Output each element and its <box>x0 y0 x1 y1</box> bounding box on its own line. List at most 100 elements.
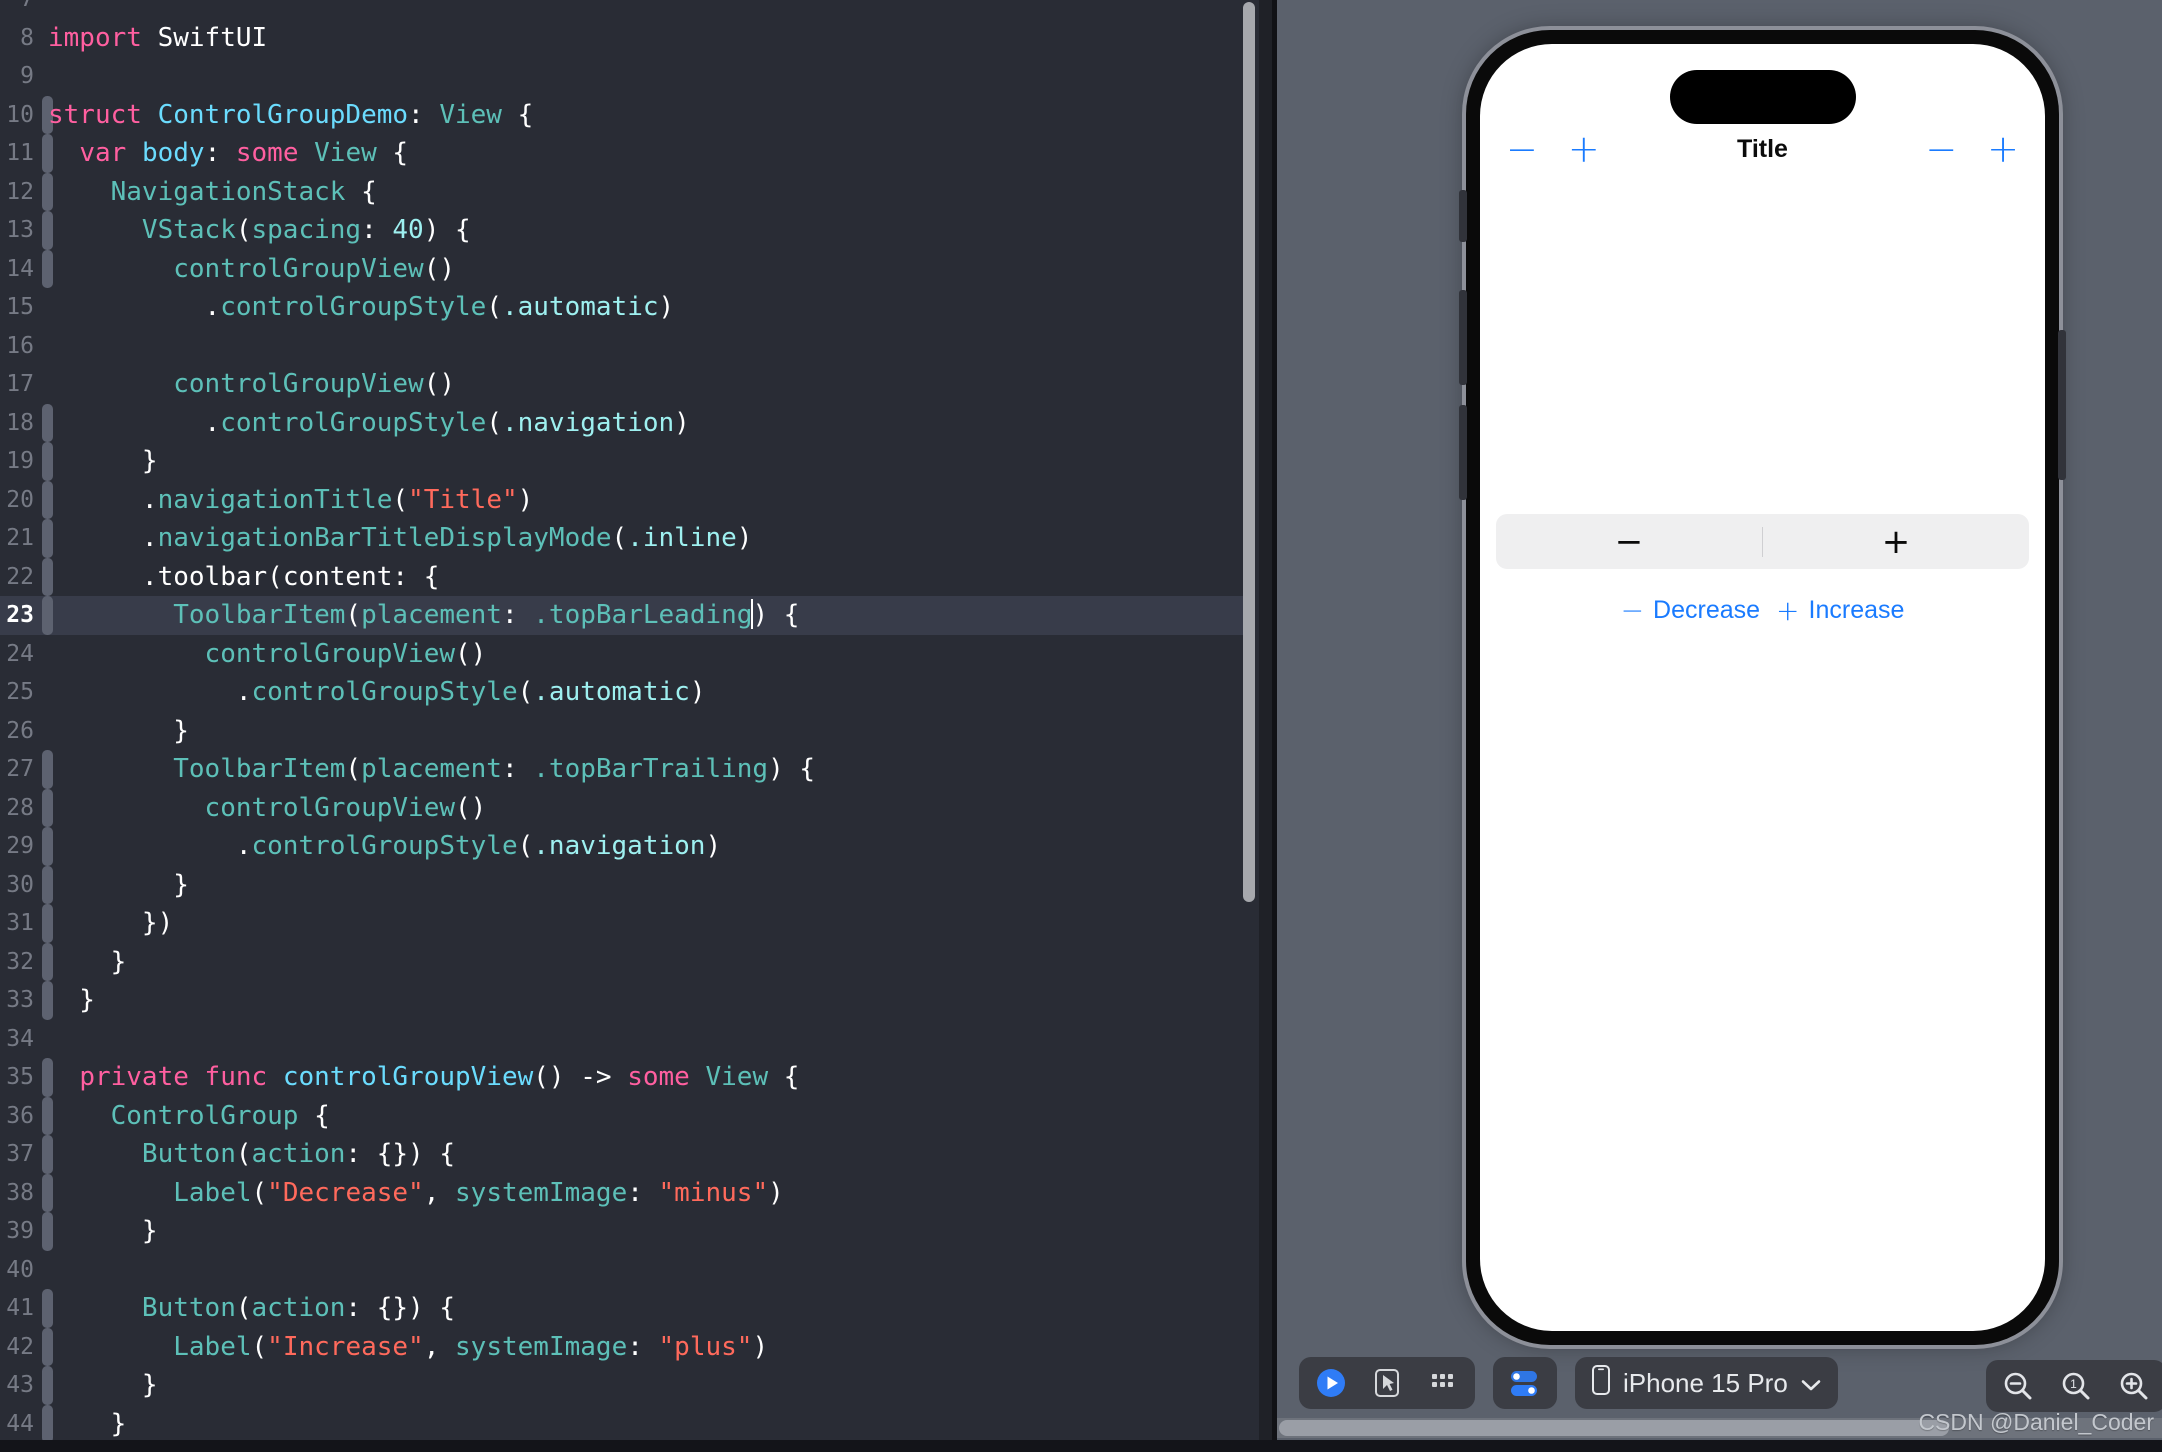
zoom-actual-size-button[interactable]: 1 <box>2058 1368 2094 1404</box>
line-number: 39 <box>6 1218 34 1244</box>
code-line[interactable]: 23 ToolbarItem(placement: .topBarLeading… <box>0 596 1259 635</box>
code-fold-ribbon[interactable] <box>42 0 53 19</box>
code-line[interactable]: 28 controlGroupView() <box>0 788 1259 827</box>
editor-vertical-scrollbar[interactable] <box>1243 2 1255 902</box>
code-token: } <box>48 1216 158 1246</box>
editor-scroll-area[interactable]: 7 8 import SwiftUI 9 10 struct ControlGroupDe… <box>0 0 1259 1452</box>
variants-button[interactable] <box>1425 1365 1461 1401</box>
code-token: placement <box>361 754 502 784</box>
line-number: 14 <box>6 255 34 282</box>
code-token: 40 <box>392 215 424 245</box>
code-line[interactable]: 31 }) <box>0 904 1259 943</box>
code-token: ( <box>345 754 362 784</box>
volume-down-button[interactable] <box>1459 405 1467 500</box>
code-line[interactable]: 44 } <box>0 1404 1259 1443</box>
zoom-in-button[interactable] <box>2116 1368 2152 1404</box>
code-text: ToolbarItem(placement: .topBarTrailing) … <box>48 750 815 789</box>
scrollbar-thumb[interactable] <box>1279 1420 1949 1436</box>
code-token: ( <box>345 600 362 630</box>
code-line[interactable]: 35 private func controlGroupView() -> so… <box>0 1058 1259 1097</box>
code-line[interactable]: 41 Button(action: {}) { <box>0 1289 1259 1328</box>
volume-up-button[interactable] <box>1459 290 1467 385</box>
code-line[interactable]: 32 } <box>0 942 1259 981</box>
code-token: action <box>251 1293 346 1323</box>
decrease-segment-button[interactable]: − <box>1496 514 1762 569</box>
code-token: controlGroupView <box>173 369 424 399</box>
code-token: content <box>282 561 393 592</box>
code-token: ( <box>235 215 252 245</box>
code-token: } <box>48 1370 158 1400</box>
increase-segment-button[interactable]: + <box>1763 514 2029 569</box>
code-line[interactable]: 10 struct ControlGroupDemo: View { <box>0 95 1259 134</box>
code-line[interactable]: 42 Label("Increase", systemImage: "plus"… <box>0 1327 1259 1366</box>
code-fold-ribbon[interactable] <box>42 1251 53 1290</box>
device-screen[interactable]: Title − + − + − + − Decrease + Increase <box>1480 44 2045 1331</box>
code-line[interactable]: 39 } <box>0 1212 1259 1251</box>
increase-button[interactable]: + Increase <box>1776 594 1904 627</box>
code-line[interactable]: 14 controlGroupView() <box>0 249 1259 289</box>
code-token: () <box>423 369 455 399</box>
silent-switch-button[interactable] <box>1459 190 1467 242</box>
power-button[interactable] <box>2058 330 2066 480</box>
code-line[interactable]: 40 <box>0 1251 1259 1290</box>
code-line[interactable]: 37 Button(action: {}) { <box>0 1135 1259 1174</box>
code-line[interactable]: 24 controlGroupView() <box>0 635 1259 674</box>
code-line[interactable]: 7 <box>0 0 1259 19</box>
selection-tool-button[interactable] <box>1369 1365 1405 1401</box>
code-line[interactable]: 29 .controlGroupStyle(.navigation) <box>0 827 1259 866</box>
code-line[interactable]: 12 NavigationStack { <box>0 172 1259 211</box>
code-line[interactable]: 18 .controlGroupStyle(.navigation) <box>0 403 1259 442</box>
code-line[interactable]: 34 <box>0 1020 1259 1059</box>
code-token: ( <box>486 407 502 438</box>
code-text: Label("Decrease", systemImage: "minus") <box>48 1174 784 1213</box>
code-fold-ribbon[interactable] <box>42 57 53 96</box>
live-toggle-button[interactable] <box>1507 1365 1543 1401</box>
control-group-navigation[interactable]: − Decrease + Increase <box>1480 594 2045 627</box>
code-line[interactable]: 30 } <box>0 865 1259 904</box>
code-token: : <box>408 99 440 130</box>
code-token: SwiftUI <box>157 22 268 53</box>
zoom-out-button[interactable] <box>2000 1368 2036 1404</box>
code-text: controlGroupView() <box>48 250 455 289</box>
code-line[interactable]: 8 import SwiftUI <box>0 19 1259 58</box>
decrease-button[interactable]: − Decrease <box>1621 594 1760 627</box>
code-line[interactable]: 43 } <box>0 1366 1259 1405</box>
code-line[interactable]: 17 controlGroupView() <box>0 365 1259 404</box>
code-line[interactable]: 11 var body: some View { <box>0 134 1259 173</box>
play-button[interactable] <box>1313 1365 1349 1401</box>
code-line[interactable]: 33 } <box>0 981 1259 1020</box>
code-fold-ribbon[interactable] <box>42 327 53 366</box>
code-line[interactable]: 19 } <box>0 442 1259 481</box>
code-line[interactable]: 26 } <box>0 712 1259 751</box>
code-token: controlGroupStyle <box>220 407 487 438</box>
code-text: .toolbar(content: { <box>48 558 439 597</box>
code-text: controlGroupView() <box>48 365 455 404</box>
code-line[interactable]: 20 .navigationTitle("Title") <box>0 480 1259 519</box>
control-group-automatic[interactable]: − + <box>1496 514 2029 569</box>
code-token: . <box>48 561 158 592</box>
code-token: ( <box>235 1139 252 1169</box>
code-line[interactable]: 22 .toolbar(content: { <box>0 557 1259 597</box>
code-line[interactable]: 27 ToolbarItem(placement: .topBarTrailin… <box>0 750 1259 789</box>
code-token: controlGroupView <box>204 792 455 823</box>
code-line[interactable]: 15 .controlGroupStyle(.automatic) <box>0 288 1259 327</box>
code-fold-ribbon[interactable] <box>42 1020 53 1059</box>
code-line[interactable]: 16 <box>0 327 1259 366</box>
device-selector[interactable]: iPhone 15 Pro <box>1575 1357 1838 1409</box>
code-line[interactable]: 21 .navigationBarTitleDisplayMode(.inlin… <box>0 519 1259 558</box>
code-line[interactable]: 36 ControlGroup { <box>0 1096 1259 1135</box>
code-text: } <box>48 712 189 751</box>
line-number: 38 <box>6 1179 34 1206</box>
code-token: View <box>314 138 377 168</box>
source-editor[interactable]: 7 8 import SwiftUI 9 10 struct ControlGroupDe… <box>0 0 1259 1452</box>
code-line[interactable]: 9 <box>0 57 1259 96</box>
code-line[interactable]: 38 Label("Decrease", systemImage: "minus… <box>0 1173 1259 1213</box>
code-line[interactable]: 13 VStack(spacing: 40) { <box>0 211 1259 250</box>
code-token: navigationBarTitleDisplayMode <box>157 523 612 553</box>
code-line[interactable]: 25 .controlGroupStyle(.automatic) <box>0 673 1259 712</box>
preview-canvas[interactable]: Title − + − + − + − Decrease + Increase … <box>1277 0 2162 1452</box>
